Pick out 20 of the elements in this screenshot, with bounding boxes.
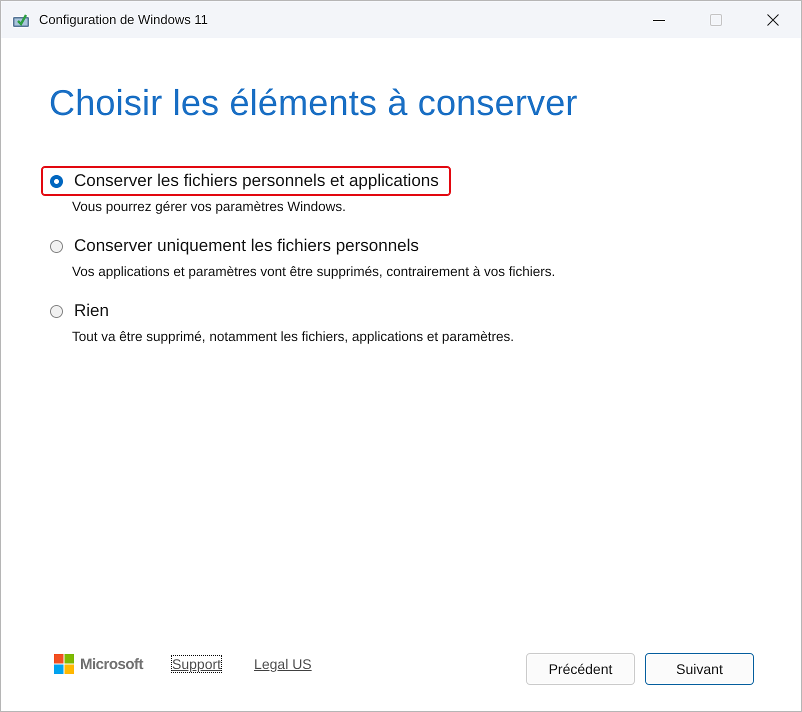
option-label[interactable]: Conserver les fichiers personnels et applications bbox=[74, 171, 439, 191]
brand-name: Microsoft bbox=[80, 656, 143, 672]
footer-link[interactable]: Support bbox=[171, 655, 222, 673]
window-title: Configuration de Windows 11 bbox=[39, 12, 208, 27]
radio-button[interactable] bbox=[50, 174, 63, 188]
page-heading: Choisir les éléments à conserver bbox=[49, 82, 579, 124]
back-button[interactable]: Précédent bbox=[526, 653, 635, 685]
logo-icon bbox=[54, 654, 74, 674]
close-icon[interactable] bbox=[767, 14, 779, 26]
option-description: Vos applications et paramètres vont être supprimés, contrairement à vos fichiers. bbox=[72, 264, 556, 279]
option-label[interactable]: Rien bbox=[74, 301, 109, 321]
radio-button[interactable] bbox=[50, 304, 63, 318]
option-label[interactable]: Conserver uniquement les fichiers personnels bbox=[74, 236, 419, 256]
option-description: Tout va être supprimé, notamment les fichiers, applications et paramètres. bbox=[72, 329, 515, 344]
footer-link[interactable]: Legal US bbox=[253, 655, 313, 673]
next-button[interactable]: Suivant bbox=[645, 653, 754, 685]
setup-icon bbox=[12, 12, 30, 28]
maximize-icon bbox=[710, 14, 722, 26]
radio-button[interactable] bbox=[50, 240, 63, 252]
option-description: Vous pourrez gérer vos paramètres Windows. bbox=[72, 199, 347, 214]
